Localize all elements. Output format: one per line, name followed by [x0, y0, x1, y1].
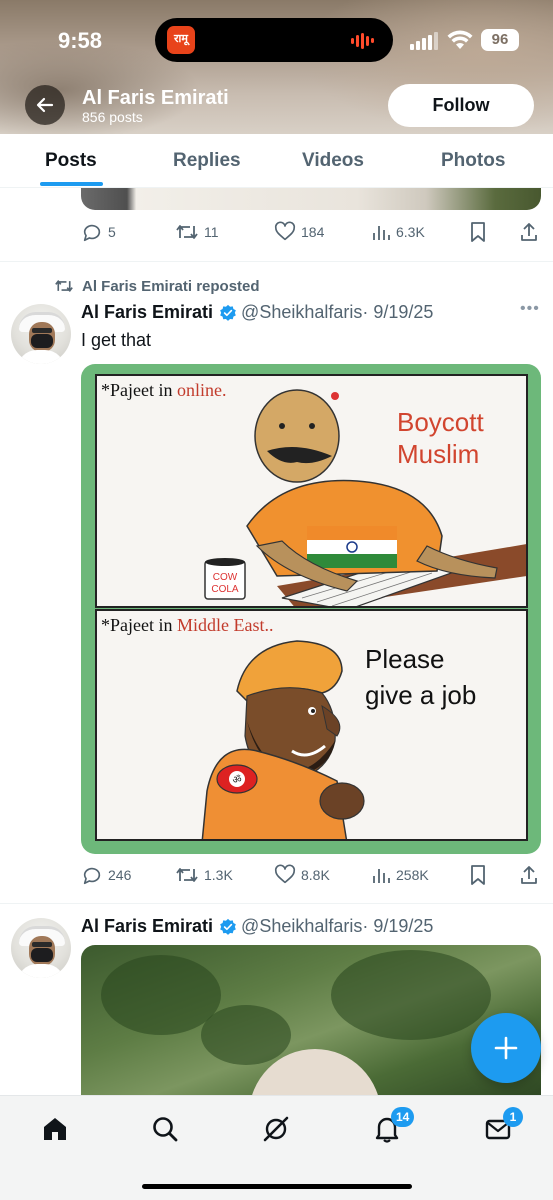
tab-photos[interactable]: Photos — [441, 150, 505, 172]
grok-icon[interactable] — [261, 1114, 291, 1144]
post-image[interactable] — [81, 945, 541, 1097]
meme-bottom-panel: *Pajeet in Middle East.. ॐ Please give a… — [95, 609, 528, 841]
author-handle[interactable]: @Sheikhalfaris — [241, 916, 362, 937]
status-time: 9:58 — [58, 28, 103, 53]
reply-button[interactable]: 246 — [81, 863, 131, 887]
previous-post-media[interactable] — [81, 188, 541, 210]
app-icon-label: रामू — [174, 33, 188, 45]
audio-wave-icon — [351, 32, 379, 49]
messages-badge: 1 — [503, 1107, 523, 1127]
post-header: Al Faris Emirati @Sheikhalfaris · 9/19/2… — [81, 302, 433, 323]
reply-icon — [83, 224, 101, 242]
dynamic-island[interactable]: रामू — [155, 18, 393, 62]
views-icon — [373, 226, 390, 240]
tab-posts[interactable]: Posts — [45, 150, 97, 172]
bubble-line: Muslim — [397, 439, 480, 469]
plus-icon — [494, 1036, 518, 1060]
like-count: 184 — [301, 224, 325, 240]
reply-button[interactable]: 5 — [81, 220, 116, 244]
reply-count: 246 — [108, 867, 132, 883]
bubble-line: Boycott — [397, 407, 484, 437]
verified-badge-icon — [220, 304, 236, 321]
repost-indicator[interactable]: Al Faris Emirati reposted — [54, 276, 260, 296]
views-icon — [373, 869, 390, 883]
bookmark-button[interactable] — [468, 220, 493, 244]
mug-label: COLA — [211, 584, 239, 595]
profile-header: 9:58 रामू 96 Al Faris Emirati 856 posts … — [0, 0, 553, 134]
cellular-signal-icon — [410, 32, 440, 50]
share-icon — [521, 866, 537, 884]
heart-icon — [274, 864, 296, 884]
bubble-line: Please — [365, 644, 445, 674]
home-icon[interactable] — [40, 1114, 70, 1144]
back-arrow-icon — [36, 97, 54, 113]
author-name[interactable]: Al Faris Emirati — [81, 302, 213, 323]
tab-videos[interactable]: Videos — [302, 150, 364, 172]
views-button[interactable]: 258K — [371, 863, 429, 887]
profile-name: Al Faris Emirati — [82, 87, 229, 109]
reply-icon — [83, 867, 101, 885]
repost-icon — [176, 868, 198, 882]
views-count: 258K — [396, 867, 429, 883]
wifi-icon — [447, 30, 473, 49]
home-indicator[interactable] — [142, 1184, 412, 1189]
like-button[interactable]: 184 — [274, 220, 324, 244]
active-tab-indicator — [40, 182, 103, 186]
heart-icon — [274, 221, 296, 241]
previous-post-actions: 5 11 184 6.3K — [81, 220, 541, 244]
repost-icon — [176, 225, 198, 239]
post-actions: 246 1.3K 8.8K 258K — [81, 863, 541, 887]
app-icon: रामू — [167, 26, 195, 54]
views-button[interactable]: 6.3K — [371, 220, 425, 244]
like-button[interactable]: 8.8K — [274, 863, 330, 887]
post-count: 856 posts — [82, 109, 143, 125]
post-date: · 9/19/25 — [362, 916, 434, 936]
compose-button[interactable] — [471, 1013, 541, 1083]
search-icon[interactable] — [150, 1114, 180, 1144]
profile-tabs: Posts Replies Videos Photos — [0, 134, 553, 188]
avatar[interactable] — [11, 304, 71, 364]
avatar[interactable] — [11, 918, 71, 978]
verified-badge-icon — [220, 918, 236, 935]
bubble-line: give a job — [365, 680, 477, 710]
share-button[interactable] — [519, 220, 544, 244]
post-text: I get that — [81, 330, 152, 350]
post-header: Al Faris Emirati @Sheikhalfaris · 9/19/2… — [81, 916, 433, 937]
like-count: 8.8K — [301, 867, 330, 883]
back-button[interactable] — [25, 85, 65, 125]
share-button[interactable] — [519, 863, 544, 887]
author-name[interactable]: Al Faris Emirati — [81, 916, 213, 937]
repost-button[interactable]: 1.3K — [175, 863, 233, 887]
repost-label: Al Faris Emirati reposted — [82, 277, 260, 295]
views-count: 6.3K — [396, 224, 425, 240]
meme-bubble-top: Boycott Muslim — [397, 406, 484, 470]
share-icon — [521, 223, 537, 241]
repost-button[interactable]: 11 — [175, 220, 219, 244]
tab-replies[interactable]: Replies — [173, 150, 241, 172]
follow-button[interactable]: Follow — [388, 84, 534, 127]
post-divider — [0, 903, 553, 904]
post-date: · 9/19/25 — [362, 302, 434, 322]
bookmark-button[interactable] — [468, 863, 493, 887]
meme-top-panel: *Pajeet in online. COW COLA Boycott Musl… — [95, 374, 528, 608]
battery-indicator: 96 — [481, 29, 519, 51]
bookmark-icon — [471, 865, 485, 885]
author-handle[interactable]: @Sheikhalfaris — [241, 302, 362, 323]
more-options-icon[interactable]: ••• — [520, 300, 540, 318]
status-bar: 9:58 रामू 96 — [0, 18, 553, 62]
bookmark-icon — [471, 222, 485, 242]
post-image[interactable]: *Pajeet in online. COW COLA Boycott Musl… — [81, 364, 541, 854]
meme-bubble-bottom: Please give a job — [365, 641, 476, 713]
reply-count: 5 — [108, 224, 116, 240]
mug-label: COW — [213, 572, 238, 583]
svg-text:ॐ: ॐ — [232, 774, 241, 786]
notifications-badge: 14 — [391, 1107, 415, 1127]
repost-count: 11 — [204, 224, 219, 240]
repost-icon — [55, 280, 73, 292]
repost-count: 1.3K — [204, 867, 233, 883]
post-divider — [0, 261, 553, 262]
